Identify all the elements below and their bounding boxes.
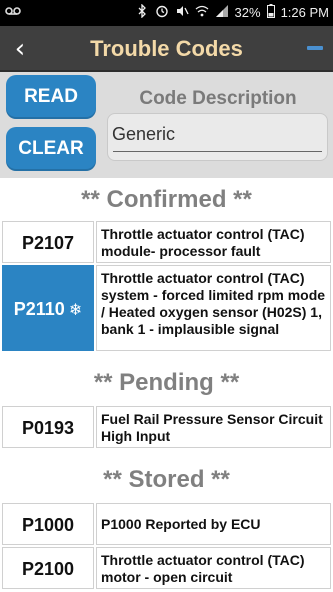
wifi-icon xyxy=(195,4,209,21)
table-row[interactable]: P1000 P1000 Reported by ECU xyxy=(0,503,333,545)
page-title: Trouble Codes xyxy=(90,36,243,61)
code-cell[interactable]: P0193 xyxy=(2,406,94,448)
table-row[interactable]: P0193 Fuel Rail Pressure Sensor Circuit … xyxy=(0,406,333,448)
description-cell[interactable]: Fuel Rail Pressure Sensor Circuit High I… xyxy=(96,406,331,448)
code-description-input[interactable] xyxy=(112,124,324,145)
code-cell[interactable]: P2100 xyxy=(2,547,94,589)
section-header-pending: ** Pending ** xyxy=(93,369,240,396)
back-button[interactable]: ‹ xyxy=(8,32,32,66)
snowflake-icon: ❄ xyxy=(68,300,83,319)
controls-panel: READ CLEAR Code Description xyxy=(0,72,333,178)
table-row[interactable]: P2110 ❄ Throttle actuator control (TAC) s… xyxy=(0,265,333,351)
code-cell[interactable]: P2107 xyxy=(2,221,94,263)
alarm-icon xyxy=(155,4,169,21)
code-description-field[interactable] xyxy=(107,113,328,161)
battery-percent: 32% xyxy=(234,5,261,20)
code-cell-selected[interactable]: P2110 ❄ xyxy=(2,265,94,351)
description-cell[interactable]: Throttle actuator control (TAC) motor - … xyxy=(96,547,331,589)
code-label: P2107 xyxy=(21,233,75,253)
description-cell[interactable]: Throttle actuator control (TAC) system -… xyxy=(96,265,331,351)
clock-time: 1:26 PM xyxy=(280,5,329,20)
input-underline xyxy=(113,151,322,152)
table-row[interactable]: P2107 Throttle actuator control (TAC) mo… xyxy=(0,221,333,263)
battery-icon xyxy=(266,4,275,21)
chevron-left-icon: ‹ xyxy=(14,34,26,64)
code-label: P0193 xyxy=(21,418,75,438)
code-label: P2100 xyxy=(21,559,75,579)
menu-button[interactable] xyxy=(307,46,323,50)
section-header-stored: ** Stored ** xyxy=(103,466,230,493)
code-label: P2110 xyxy=(13,299,65,319)
mute-icon xyxy=(175,4,189,21)
read-button[interactable]: READ xyxy=(6,75,96,119)
description-cell[interactable]: Throttle actuator control (TAC) module- … xyxy=(96,221,331,263)
status-bar: 32% 1:26 PM xyxy=(0,0,333,26)
code-description-label: Code Description xyxy=(139,88,297,109)
trouble-codes-list[interactable]: ** Confirmed ** P2107 Throttle actuator … xyxy=(0,178,333,592)
code-cell[interactable]: P1000 xyxy=(2,503,94,545)
table-row[interactable]: P2100 Throttle actuator control (TAC) mo… xyxy=(0,547,333,589)
app-header: Trouble Codes ‹ xyxy=(0,26,333,72)
bluetooth-icon xyxy=(135,4,149,21)
code-label: P1000 xyxy=(21,515,75,535)
signal-icon xyxy=(215,4,229,21)
clear-button[interactable]: CLEAR xyxy=(6,127,96,171)
section-header-confirmed: ** Confirmed ** xyxy=(81,186,252,213)
voicemail-icon xyxy=(5,4,21,19)
description-cell[interactable]: P1000 Reported by ECU xyxy=(96,503,331,545)
